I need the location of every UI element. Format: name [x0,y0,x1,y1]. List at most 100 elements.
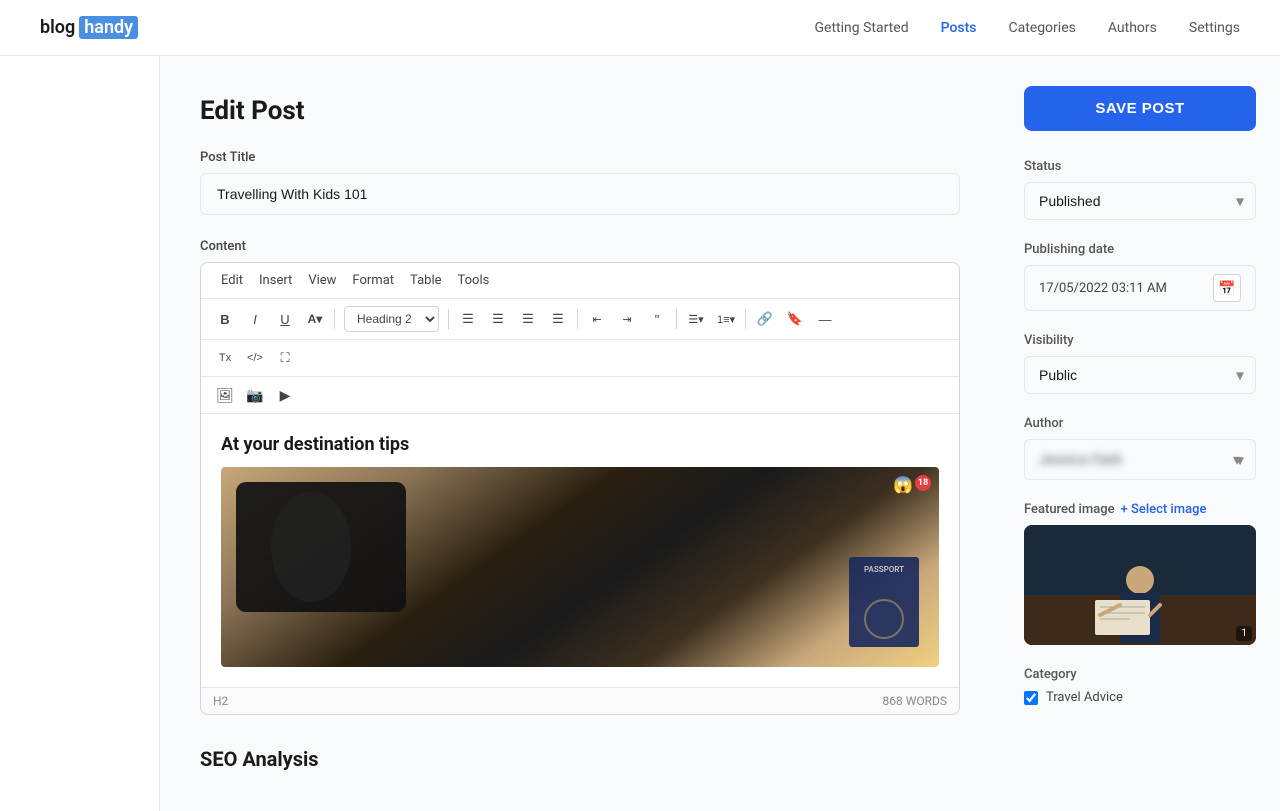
ordered-list-button[interactable]: 1≡▾ [712,305,740,333]
visibility-select[interactable]: Public Private Password Protected [1024,356,1256,394]
featured-image-preview: 1 [1024,525,1256,645]
author-dropdown-icon: ▾ [1233,450,1241,469]
toolbar-row1: B I U A▾ Paragraph Heading 2 Heading 3 ☰… [201,299,959,340]
emoji-reactions: 😱 18 [893,475,931,494]
right-panel: SAVE POST Status Draft Published Schedul… [1000,56,1280,811]
menu-tools[interactable]: Tools [450,269,498,292]
editor-heading: At your destination tips [221,434,939,455]
passport-seal [864,599,904,639]
separator4 [676,309,677,329]
align-justify-button[interactable]: ☰ [544,305,572,333]
menu-table[interactable]: Table [402,269,449,292]
visibility-section: Visibility Public Private Password Prote… [1024,333,1256,394]
category-checkbox[interactable] [1024,691,1038,705]
category-label: Category [1024,667,1256,682]
camera-lens [271,492,351,602]
editor-content-image: PASSPORT 😱 18 [221,467,939,667]
editor-footer: H2 868 WORDS [201,687,959,714]
menu-format[interactable]: Format [344,269,402,292]
bold-button[interactable]: B [211,305,239,333]
date-wrapper: 17/05/2022 03:11 AM 📅 [1024,265,1256,311]
toolbar-row2: Tx </> ⛶ [201,340,959,377]
publishing-date-label: Publishing date [1024,242,1256,257]
align-left-button[interactable]: ☰ [454,305,482,333]
post-title-input[interactable] [200,173,960,215]
nav-authors[interactable]: Authors [1108,20,1157,36]
visibility-label: Visibility [1024,333,1256,348]
category-section: Category Travel Advice [1024,667,1256,705]
separator1 [334,309,335,329]
fullscreen-button[interactable]: ⛶ [271,344,299,372]
bullet-list-button[interactable]: ☰▾ [682,305,710,333]
editor-menu: Edit Insert View Format Table Tools [201,263,959,299]
separator2 [448,309,449,329]
category-item-label: Travel Advice [1046,690,1123,705]
menu-insert[interactable]: Insert [251,269,300,292]
separator5 [745,309,746,329]
content-section: Content Edit Insert View Format Table To… [200,239,960,715]
select-image-link[interactable]: + Select image [1121,502,1207,517]
page-wrapper: Edit Post Post Title Content Edit Insert… [0,56,1280,811]
author-select-wrapper: Jessica Clark ▾ [1024,439,1256,480]
featured-image-section: Featured image + Select image [1024,502,1256,645]
insert-video-button[interactable]: ▶ [271,381,299,409]
publishing-date-section: Publishing date 17/05/2022 03:11 AM 📅 [1024,242,1256,311]
heading-select[interactable]: Paragraph Heading 2 Heading 3 [344,306,439,332]
featured-image-svg [1024,525,1256,645]
text-color-button[interactable]: A▾ [301,305,329,333]
align-center-button[interactable]: ☰ [484,305,512,333]
category-item: Travel Advice [1024,690,1256,705]
hr-button[interactable]: — [811,305,839,333]
align-right-button[interactable]: ☰ [514,305,542,333]
date-value: 17/05/2022 03:11 AM [1039,281,1205,296]
nav-getting-started[interactable]: Getting Started [815,20,909,36]
menu-edit[interactable]: Edit [213,269,251,292]
nav-categories[interactable]: Categories [1008,20,1075,36]
logo-blog-text: blog [40,17,75,38]
clear-format-button[interactable]: Tx [211,344,239,372]
status-label: Status [1024,159,1256,174]
logo: bloghandy [40,16,138,39]
navbar: bloghandy Getting Started Posts Categori… [0,0,1280,56]
nav-posts[interactable]: Posts [941,20,977,36]
editor-body[interactable]: At your destination tips PASSPORT [201,414,959,687]
main-content: Edit Post Post Title Content Edit Insert… [160,56,1000,811]
bookmark-button[interactable]: 🔖 [781,305,809,333]
logo-handy-text: handy [79,16,138,39]
calendar-button[interactable]: 📅 [1213,274,1241,302]
save-post-button[interactable]: SAVE POST [1024,86,1256,131]
status-select[interactable]: Draft Published Scheduled [1024,182,1256,220]
content-label: Content [200,239,960,254]
insert-photo-button[interactable]: 📷 [241,381,269,409]
nav-settings[interactable]: Settings [1189,20,1240,36]
post-title-label: Post Title [200,150,960,165]
insert-image-button[interactable]: 🖼 [211,381,239,409]
image-counter: 1 [1236,626,1252,641]
blockquote-button[interactable]: " [643,305,671,333]
passport-shape: PASSPORT [849,557,919,647]
menu-view[interactable]: View [300,269,344,292]
italic-button[interactable]: I [241,305,269,333]
author-section: Author Jessica Clark ▾ [1024,416,1256,480]
separator3 [577,309,578,329]
code-button[interactable]: </> [241,344,269,372]
editor-wrapper: Edit Insert View Format Table Tools B I … [200,262,960,715]
sidebar-spacer [0,56,160,811]
word-count: 868 WORDS [882,694,947,708]
indent-button[interactable]: ⇥ [613,305,641,333]
visibility-select-wrapper: Public Private Password Protected [1024,356,1256,394]
status-section: Status Draft Published Scheduled [1024,159,1256,220]
author-value: Jessica Clark [1039,452,1122,468]
seo-title: SEO Analysis [200,747,960,771]
block-type: H2 [213,694,228,708]
link-button[interactable]: 🔗 [751,305,779,333]
status-select-wrapper: Draft Published Scheduled [1024,182,1256,220]
author-label: Author [1024,416,1256,431]
page-title: Edit Post [200,96,960,126]
nav-links: Getting Started Posts Categories Authors… [815,20,1241,36]
underline-button[interactable]: U [271,305,299,333]
featured-image-label: Featured image + Select image [1024,502,1256,517]
author-dropdown[interactable]: Jessica Clark ▾ [1024,439,1256,480]
toolbar-row3: 🖼 📷 ▶ [201,377,959,414]
outdent-button[interactable]: ⇤ [583,305,611,333]
